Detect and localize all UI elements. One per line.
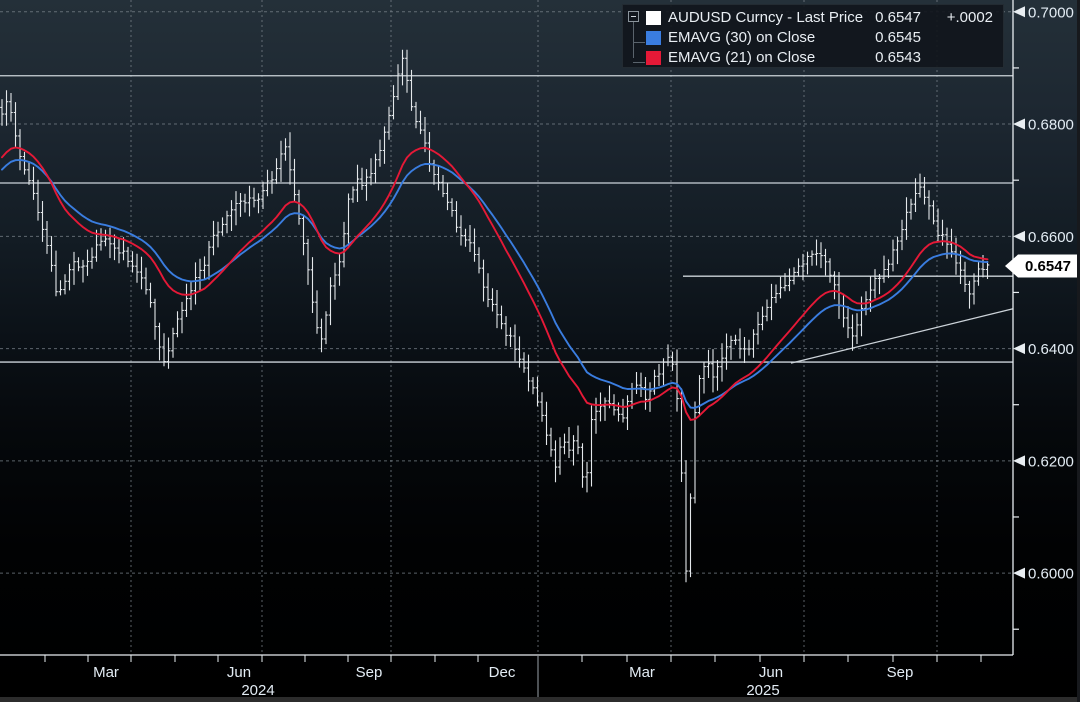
price-tick-label: 0.7000 <box>1028 4 1074 21</box>
month-label: Sep <box>887 664 914 681</box>
price-tick-label: 0.6400 <box>1028 341 1074 358</box>
last-price-marker-label: 0.6547 <box>1025 258 1071 275</box>
legend-label: EMAVG (30) on Close <box>668 29 816 46</box>
price-tick-arrow <box>1013 455 1025 467</box>
ohlc-bars <box>0 49 990 583</box>
chart-legend: AUDUSD Curncy - Last Price 0.6547 +.0002… <box>622 4 1004 68</box>
price-tick-label: 0.6600 <box>1028 229 1074 246</box>
legend-item-emavg30[interactable]: EMAVG (30) on Close 0.6545 <box>623 28 1003 48</box>
window-bottom-strip <box>0 697 1080 702</box>
legend-value: 0.6543 <box>875 49 921 66</box>
ema21-line <box>1 146 989 421</box>
price-tick-label: 0.6800 <box>1028 117 1074 134</box>
legend-change: +.0002 <box>946 9 993 26</box>
axes: 0.7000 0.6800 0.6600 0.6400 0.6200 0.6000 Mar J… <box>0 0 1079 699</box>
month-label: Jun <box>759 664 783 681</box>
price-tick-arrow <box>1013 230 1025 242</box>
price-tick-arrow <box>1013 6 1025 18</box>
trendline <box>790 308 1014 364</box>
legend-label: EMAVG (21) on Close <box>668 49 816 66</box>
price-tick-arrow <box>1013 118 1025 130</box>
month-label: Dec <box>489 664 516 681</box>
bloomberg-chart-window: 0.7000 0.6800 0.6600 0.6400 0.6200 0.6000 Mar J… <box>0 0 1080 702</box>
legend-item-emavg21[interactable]: EMAVG (21) on Close 0.6543 <box>623 48 1003 68</box>
price-tick-label: 0.6000 <box>1028 566 1074 583</box>
legend-item-last-price[interactable]: AUDUSD Curncy - Last Price 0.6547 +.0002 <box>623 8 1003 28</box>
legend-label: AUDUSD Curncy - Last Price <box>668 9 864 26</box>
series-swatch-last-price <box>646 11 661 25</box>
month-label: Mar <box>629 664 655 681</box>
series-swatch-emavg21 <box>646 51 661 65</box>
price-tick-arrow <box>1013 343 1025 355</box>
price-tick-label: 0.6200 <box>1028 453 1074 470</box>
series-swatch-emavg30 <box>646 31 661 45</box>
month-label: Sep <box>356 664 383 681</box>
price-chart-canvas[interactable]: 0.7000 0.6800 0.6600 0.6400 0.6200 0.6000 Mar J… <box>0 0 1080 702</box>
legend-value: 0.6547 <box>875 9 921 26</box>
legend-value: 0.6545 <box>875 29 921 46</box>
moving-average-lines <box>1 146 989 421</box>
month-label: Jun <box>227 664 251 681</box>
month-label: Mar <box>93 664 119 681</box>
price-tick-arrow <box>1013 567 1025 579</box>
ema30-line <box>1 158 989 409</box>
